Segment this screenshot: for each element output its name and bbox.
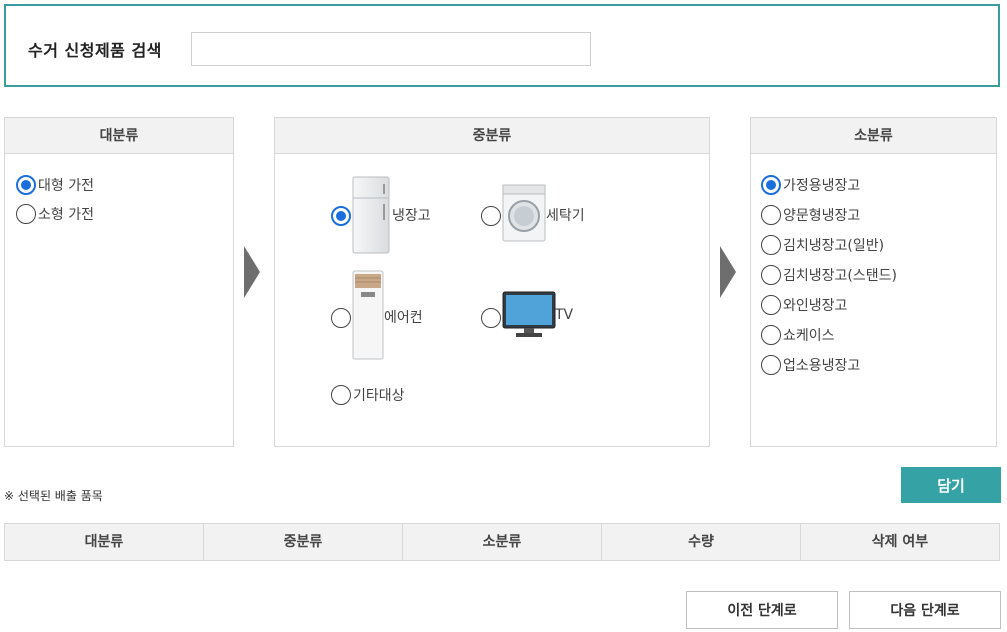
prev-step-button[interactable]: 이전 단계로	[686, 591, 838, 629]
minor-option-label: 쇼케이스	[783, 328, 835, 344]
radio-button[interactable]	[761, 175, 781, 195]
minor-category-panel: 소분류 가정용냉장고 양문형냉장고 김치냉장고(일반) 김치냉장고(스탠드) 와…	[750, 117, 997, 447]
arrow-right-icon	[720, 246, 736, 298]
major-category-panel: 대분류 대형 가전 소형 가전	[4, 117, 234, 447]
middle-category-panel: 중분류 냉장고 세탁기 에어컨 TV 기타대상	[274, 117, 710, 447]
radio-button[interactable]	[761, 295, 781, 315]
refrigerator-icon	[352, 176, 392, 260]
radio-button[interactable]	[761, 235, 781, 255]
next-step-button[interactable]: 다음 단계로	[849, 591, 1001, 629]
air-conditioner-icon	[352, 270, 384, 364]
selected-items-notice: ※ 선택된 배출 품목	[4, 489, 103, 503]
search-input[interactable]	[191, 32, 591, 66]
column-header-minor: 소분류	[403, 524, 602, 560]
column-header-quantity: 수량	[602, 524, 801, 560]
minor-option-label: 와인냉장고	[783, 298, 848, 314]
minor-option-label: 김치냉장고(일반)	[783, 238, 885, 254]
middle-option-label: 냉장고	[392, 208, 431, 224]
arrow-right-icon	[244, 246, 260, 298]
radio-button[interactable]	[331, 385, 351, 405]
column-header-major: 대분류	[5, 524, 204, 560]
search-label: 수거 신청제품 검색	[28, 41, 162, 60]
major-option-label: 소형 가전	[38, 207, 94, 223]
minor-category-header: 소분류	[751, 118, 996, 154]
radio-button[interactable]	[481, 206, 501, 226]
middle-option-label: 기타대상	[353, 388, 405, 404]
middle-option-label: 에어컨	[384, 310, 423, 326]
radio-button[interactable]	[761, 265, 781, 285]
column-header-middle: 중분류	[204, 524, 403, 560]
washing-machine-icon	[502, 184, 546, 246]
radio-button[interactable]	[761, 355, 781, 375]
column-header-delete: 삭제 여부	[871, 534, 929, 550]
minor-option-label: 양문형냉장고	[783, 208, 861, 224]
radio-button[interactable]	[761, 205, 781, 225]
middle-option-label: TV	[555, 307, 574, 323]
minor-option-label: 가정용냉장고	[783, 178, 861, 194]
major-category-header: 대분류	[5, 118, 233, 154]
minor-option-label: 업소용냉장고	[783, 358, 861, 374]
tv-icon	[502, 291, 556, 343]
radio-button[interactable]	[481, 308, 501, 328]
radio-button[interactable]	[761, 325, 781, 345]
minor-option-label: 김치냉장고(스탠드)	[783, 268, 897, 284]
search-section: 수거 신청제품 검색	[4, 4, 1000, 87]
major-option-label: 대형 가전	[38, 178, 94, 194]
middle-option-label: 세탁기	[546, 208, 585, 224]
radio-button[interactable]	[331, 206, 351, 226]
radio-button[interactable]	[16, 175, 36, 195]
add-button[interactable]: 담기	[901, 467, 1001, 503]
radio-button[interactable]	[16, 204, 36, 224]
radio-button[interactable]	[331, 308, 351, 328]
middle-category-header: 중분류	[275, 118, 709, 154]
selected-items-table-header: 대분류 중분류 소분류 수량 삭제 여부	[4, 523, 1000, 561]
